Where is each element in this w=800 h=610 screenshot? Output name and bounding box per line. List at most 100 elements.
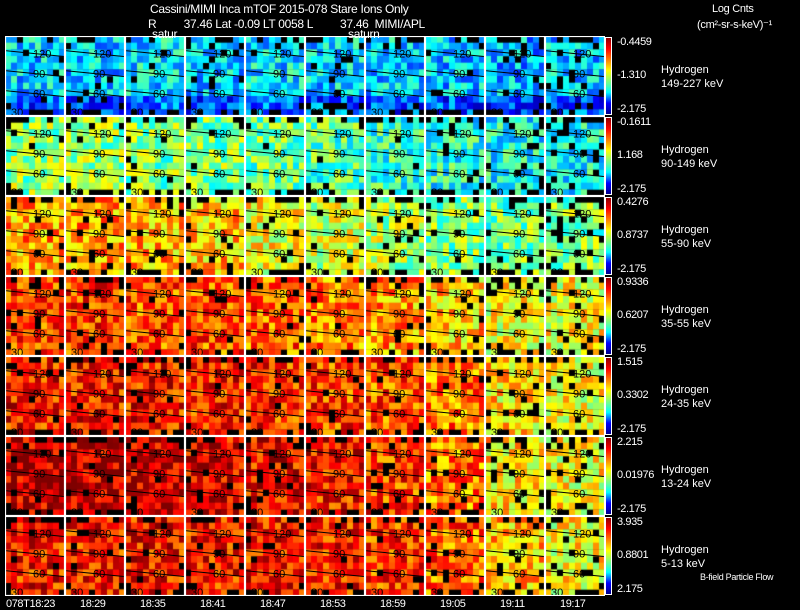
- contour-label: 30: [251, 347, 263, 359]
- contour-label: 120: [273, 49, 291, 61]
- colorbar-min-label: -2.175: [617, 263, 646, 275]
- colorbar-min-label: -2.175: [617, 343, 646, 355]
- contour-label: 120: [573, 369, 591, 381]
- contour-label: 90: [93, 469, 105, 481]
- contour-label: 90: [33, 389, 45, 401]
- colorbar: [605, 277, 612, 355]
- contour-label: 90: [33, 549, 45, 561]
- colorbar-mid-label: 0.6207: [617, 309, 649, 321]
- contour-label: 30: [11, 587, 23, 596]
- energy-range: 24-35 keV: [661, 398, 712, 410]
- species-label: Hydrogen 55-90 keV: [661, 223, 711, 251]
- contour-label: 90: [153, 469, 165, 481]
- contour-label: 30: [71, 107, 83, 119]
- contour-label: 60: [453, 329, 465, 341]
- contour-label: 90: [393, 389, 405, 401]
- contour-label: 90: [273, 389, 285, 401]
- contour-label: 120: [453, 449, 471, 461]
- colorbar: [605, 437, 612, 515]
- contour-label: 90: [453, 549, 465, 561]
- contour-label: 30: [551, 347, 563, 359]
- colorbar-max-label: 0.9336: [617, 276, 649, 288]
- contour-label: 60: [213, 489, 225, 501]
- contour-label: 90: [273, 69, 285, 81]
- contour-label: 60: [513, 169, 525, 181]
- contour-label: 60: [93, 89, 105, 101]
- contour-label: 60: [273, 569, 285, 581]
- contour-label: 90: [513, 469, 525, 481]
- contour-label: 30: [71, 507, 83, 519]
- contour-label: 120: [513, 449, 531, 461]
- contour-label: 60: [513, 89, 525, 101]
- colorbar: [605, 37, 612, 115]
- species-label: Hydrogen 149-227 keV: [661, 63, 723, 91]
- colorbar-mid-label: 0.01976: [617, 469, 654, 481]
- colorbar-min-label: 2.175: [617, 583, 643, 595]
- colorbar-mid-label: 0.8737: [617, 229, 649, 241]
- contour-label: 90: [93, 69, 105, 81]
- contour-label: 90: [213, 149, 225, 161]
- contour-label: 120: [93, 529, 111, 541]
- contour-label: 60: [153, 89, 165, 101]
- colorbar-mid-label: 1.168: [617, 149, 643, 161]
- contour-label: 30: [191, 187, 203, 199]
- contour-label: 60: [93, 169, 105, 181]
- contour-label: 30: [491, 347, 503, 359]
- contour-label: 60: [393, 329, 405, 341]
- colorbar-max-label: 2.215: [617, 436, 643, 448]
- contour-label: 120: [153, 369, 171, 381]
- contour-label: 30: [131, 347, 143, 359]
- contour-label: 60: [153, 329, 165, 341]
- contour-label: 30: [191, 107, 203, 119]
- contour-label: 30: [371, 427, 383, 439]
- contour-label: 60: [213, 329, 225, 341]
- contour-label: 90: [453, 69, 465, 81]
- contour-label: 120: [153, 129, 171, 141]
- contour-label: 30: [11, 187, 23, 199]
- colorbar: [605, 357, 612, 435]
- contour-label: 30: [431, 267, 443, 279]
- time-tick-label: 19:11: [500, 598, 525, 610]
- contour-label: 60: [573, 89, 585, 101]
- contour-label: 120: [333, 129, 351, 141]
- contour-label: 30: [551, 587, 563, 596]
- colorbar-max-label: 3.935: [617, 516, 643, 528]
- contour-label: 60: [513, 409, 525, 421]
- contour-label: 120: [573, 129, 591, 141]
- contour-label: 60: [513, 329, 525, 341]
- contour-label: 30: [311, 427, 323, 439]
- contour-label: 90: [393, 309, 405, 321]
- energy-range: 55-90 keV: [661, 238, 712, 250]
- colorbar-min-label: -2.175: [617, 503, 646, 515]
- contour-label: 30: [191, 347, 203, 359]
- contour-label: 30: [131, 107, 143, 119]
- contour-label: 60: [93, 409, 105, 421]
- contour-label: 30: [131, 187, 143, 199]
- contour-label: 120: [393, 529, 411, 541]
- contour-label: 60: [213, 409, 225, 421]
- species-name: Hydrogen: [661, 464, 709, 476]
- contour-label: 30: [551, 507, 563, 519]
- contour-label: 30: [131, 587, 143, 596]
- contour-label: 30: [431, 107, 443, 119]
- contour-label: 30: [311, 107, 323, 119]
- time-tick-label: 18:41: [200, 598, 226, 610]
- contour-label: 30: [191, 427, 203, 439]
- contour-label: 120: [513, 529, 531, 541]
- contour-label: 90: [273, 229, 285, 241]
- image-grid: 120 90 60 30 120 90 60 30 120 90 60 30 120 90 60 30 120 9…: [5, 36, 605, 596]
- contour-label: 60: [573, 489, 585, 501]
- contour-label: 60: [93, 569, 105, 581]
- species-label: Hydrogen 13-24 keV: [661, 463, 711, 491]
- contour-label: 30: [191, 587, 203, 596]
- contour-label: 120: [153, 209, 171, 221]
- contour-label: 30: [11, 267, 23, 279]
- contour-label: 60: [333, 409, 345, 421]
- contour-label: 120: [153, 289, 171, 301]
- contour-label: 60: [273, 169, 285, 181]
- contour-label: 120: [573, 529, 591, 541]
- contour-label: 120: [33, 49, 51, 61]
- contour-label: 120: [393, 289, 411, 301]
- b-field-flow-legend: B-field Particle Flow: [700, 572, 774, 582]
- contour-label: 60: [93, 489, 105, 501]
